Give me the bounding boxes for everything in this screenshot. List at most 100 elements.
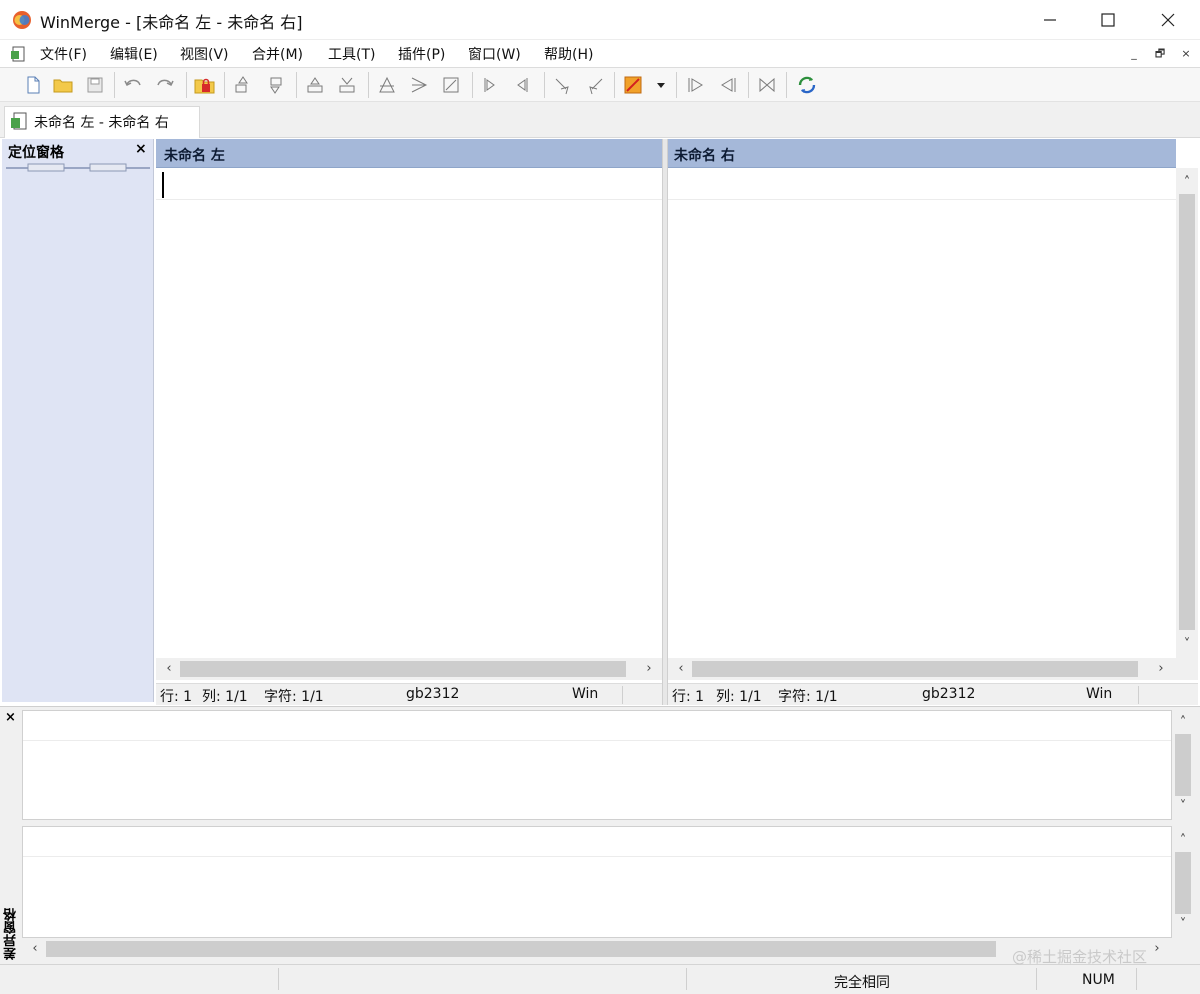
menu-window[interactable]: 窗口(W) [468,44,521,64]
watermark: @稀土掘金技术社区 [1012,948,1148,966]
copy-left-advance-button[interactable] [584,74,606,96]
document-icon [11,112,27,130]
compare-button[interactable] [756,74,778,96]
toolbar-separator [186,72,187,98]
mdi-minimize-button[interactable]: _ [1126,46,1142,62]
options-icon [624,76,642,94]
scroll-down-arrow-icon[interactable]: ˅ [1174,916,1192,934]
mdi-close-button[interactable]: × [1178,46,1194,62]
left-to-right-icon [721,78,736,92]
scroll-up-arrow-icon[interactable]: ˄ [1178,174,1196,192]
first-diff-button[interactable] [304,74,326,96]
scroll-down-arrow-icon[interactable]: ˅ [1174,798,1192,816]
save-button[interactable] [84,74,106,96]
new-button[interactable] [22,74,44,96]
diff-left-line [23,740,1171,741]
copy-right-advance-button[interactable] [552,74,574,96]
left-status-column: 列: 1/1 [202,689,248,705]
compare-result-status: 完全相同 [834,975,890,991]
redo-icon [157,79,174,87]
maximize-button[interactable] [1080,0,1136,40]
diff-right-scroll-thumb[interactable] [1175,852,1191,914]
menu-merge[interactable]: 合并(M) [252,44,303,64]
document-tab-label: 未命名 左 - 未命名 右 [34,115,169,131]
dropdown-arrow-icon [657,83,665,88]
refresh-button[interactable] [796,74,818,96]
winmerge-logo-icon [13,11,31,29]
next-diff-button[interactable] [232,74,254,96]
status-bar-divider [1036,968,1037,990]
close-button[interactable] [1140,0,1196,40]
menu-file[interactable]: 文件(F) [40,44,87,64]
scroll-up-arrow-icon[interactable]: ˄ [1174,832,1192,850]
num-lock-indicator: NUM [1082,972,1115,988]
scroll-left-arrow-icon[interactable]: ‹ [26,940,44,958]
scroll-right-arrow-icon[interactable]: › [640,660,658,678]
scroll-left-arrow-icon[interactable]: ‹ [160,660,178,678]
menu-edit[interactable]: 编辑(E) [110,44,158,64]
status-divider [1138,686,1139,704]
left-pane-title: 未命名 左 [164,148,225,164]
undo-icon [124,79,141,87]
diff-horizontal-scroll-thumb[interactable] [46,941,996,957]
location-pane [2,139,154,702]
status-bar-divider [1136,968,1137,990]
toolbar-separator [368,72,369,98]
prev-diff-button[interactable] [264,74,286,96]
merge-down-icon [411,77,428,93]
copy-right-button[interactable] [478,74,500,96]
options-dropdown-button[interactable] [650,74,672,96]
menu-help[interactable]: 帮助(H) [544,44,593,64]
toolbar-separator [114,72,115,98]
first-diff-icon [307,77,323,93]
merge-up-button[interactable] [440,74,462,96]
menu-view[interactable]: 视图(V) [180,44,229,64]
toolbar-separator [786,72,787,98]
diff-left-scroll-thumb[interactable] [1175,734,1191,796]
current-diff-button[interactable] [376,74,398,96]
copy-left-button[interactable] [512,74,534,96]
toolbar-separator [748,72,749,98]
location-pane-close-button[interactable]: × [135,141,147,157]
undo-button[interactable] [122,74,144,96]
status-divider [622,686,623,704]
open-button[interactable] [52,74,74,96]
copy-right-icon [484,78,495,92]
left-horizontal-scroll-thumb[interactable] [180,661,626,677]
toolbar-separator [614,72,615,98]
right-to-left-button[interactable] [684,74,706,96]
scroll-down-arrow-icon[interactable]: ˅ [1178,636,1196,654]
scroll-right-arrow-icon[interactable]: › [1148,940,1166,958]
left-pane-header [156,139,662,168]
diff-right-view[interactable] [22,826,1172,938]
right-status-chars: 字符: 1/1 [778,689,838,705]
left-status-encoding: gb2312 [406,686,460,702]
mdi-restore-button[interactable]: 🗗 [1152,46,1168,62]
open-folder-icon [53,79,73,93]
menu-tools[interactable]: 工具(T) [328,44,375,64]
menu-plugins[interactable]: 插件(P) [398,44,445,64]
right-status-line: 行: 1 [672,689,705,705]
location-map-viewport[interactable] [6,163,150,173]
last-diff-button[interactable] [336,74,358,96]
diff-pane-close-button[interactable]: × [5,710,16,725]
minimize-button[interactable] [1022,0,1078,40]
current-diff-icon [379,76,395,93]
left-editor-line [156,199,662,200]
right-editor[interactable] [668,168,1176,658]
redo-button[interactable] [154,74,176,96]
right-status-eol: Win [1086,686,1113,702]
locked-compare-button[interactable] [194,74,216,96]
right-vertical-scroll-thumb[interactable] [1179,194,1195,630]
diff-left-view[interactable] [22,710,1172,820]
left-editor[interactable] [156,168,662,658]
options-button[interactable] [622,74,644,96]
left-to-right-button[interactable] [718,74,740,96]
right-horizontal-scroll-thumb[interactable] [692,661,1138,677]
scroll-right-arrow-icon[interactable]: › [1152,660,1170,678]
scroll-up-arrow-icon[interactable]: ˄ [1174,714,1192,732]
scroll-left-arrow-icon[interactable]: ‹ [672,660,690,678]
merge-down-button[interactable] [408,74,430,96]
right-pane-title: 未命名 右 [674,148,735,164]
toolbar-separator [544,72,545,98]
